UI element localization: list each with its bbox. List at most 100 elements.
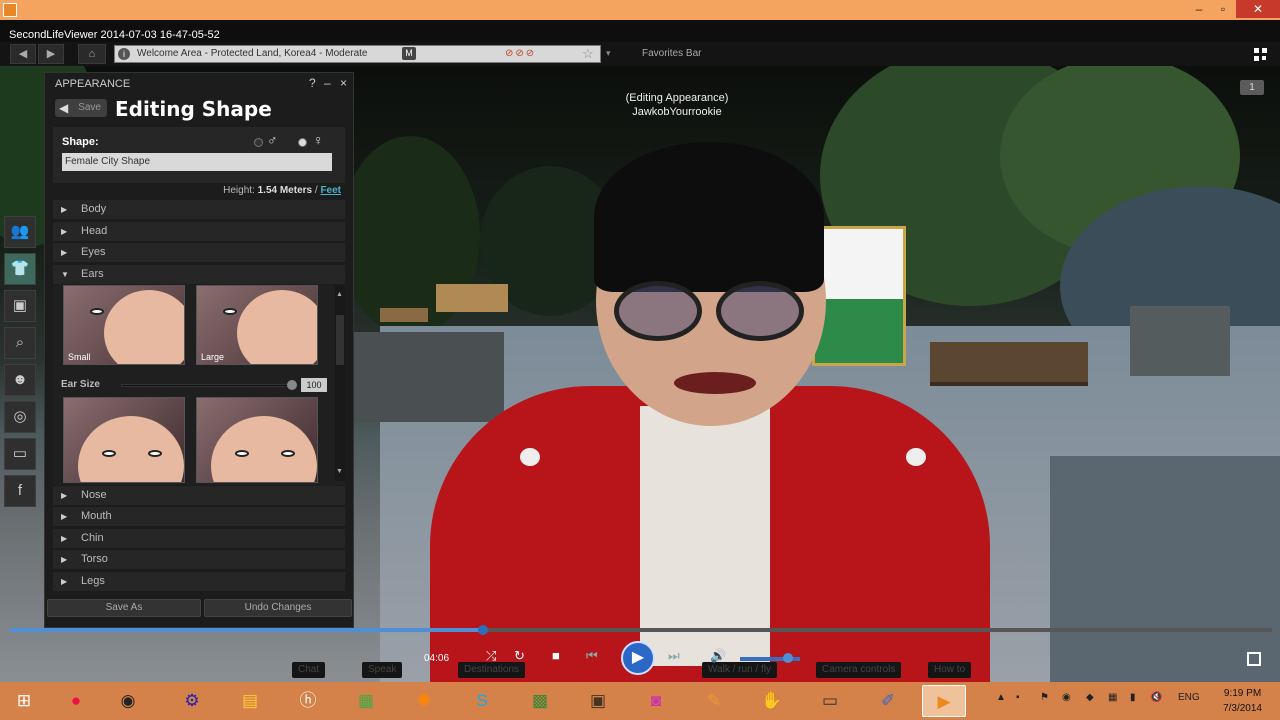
stone-wall bbox=[354, 332, 504, 422]
tray-expand-icon[interactable]: ▲ bbox=[996, 692, 1006, 703]
location-bar[interactable]: i Welcome Area - Protected Land, Korea4 … bbox=[114, 45, 601, 63]
inventory-icon[interactable]: ▣ bbox=[4, 290, 36, 322]
male-icon: ♂ bbox=[267, 132, 278, 148]
scroll-up-icon[interactable]: ▲ bbox=[336, 291, 343, 298]
steam-icon[interactable]: ◉ bbox=[106, 685, 150, 717]
settings-icon[interactable]: ⚙ bbox=[170, 685, 214, 717]
radar-icon[interactable]: ◎ bbox=[4, 401, 36, 433]
avatar-icon[interactable]: ☻ bbox=[4, 364, 36, 396]
video-progress-bar[interactable] bbox=[10, 625, 1272, 635]
feet-link[interactable]: Feet bbox=[320, 185, 341, 196]
ear-large-thumbnail[interactable]: Large bbox=[196, 285, 318, 365]
tools-icon[interactable]: ✎ bbox=[692, 685, 736, 717]
hp-icon[interactable]: ⓗ bbox=[286, 685, 330, 717]
section-torso[interactable]: ▶ Torso bbox=[53, 550, 345, 569]
panel-title: APPEARANCE bbox=[55, 78, 131, 90]
tray-shield-icon[interactable]: ◆ bbox=[1086, 692, 1094, 703]
tray-app-icon[interactable]: ▦ bbox=[1108, 692, 1117, 703]
avast-icon[interactable]: ✺ bbox=[402, 685, 446, 717]
camera-controls-button[interactable]: Camera controls bbox=[816, 662, 902, 678]
tray-volume-icon[interactable]: 🔇 bbox=[1150, 692, 1162, 703]
save-as-button[interactable]: Save As bbox=[47, 599, 201, 617]
maximize-button[interactable]: ▫ bbox=[1212, 0, 1234, 18]
taskbar: ⊞ ● ◉ ⚙ ▤ ⓗ ▦ ✺ S ▩ ▣ ◙ ✎ ✋ ▭ ✐ ▶ ▲ ▪ ⚑ … bbox=[0, 682, 1280, 720]
destinations-button[interactable]: Destinations bbox=[458, 662, 526, 678]
section-nose[interactable]: ▶ Nose bbox=[53, 486, 345, 505]
home-button[interactable]: ⌂ bbox=[78, 44, 106, 64]
ears-scrollbar[interactable]: ▲ ▼ bbox=[335, 285, 345, 481]
skype-icon[interactable]: S bbox=[460, 685, 504, 717]
section-label: Mouth bbox=[81, 510, 112, 522]
panel-close-button[interactable]: × bbox=[340, 76, 347, 90]
female-radio[interactable] bbox=[298, 138, 307, 147]
computer-icon[interactable]: ▭ bbox=[808, 685, 852, 717]
minimize-button[interactable]: – bbox=[1188, 0, 1210, 18]
chat-button[interactable]: Chat bbox=[292, 662, 326, 678]
tray-network-icon[interactable]: ▪ bbox=[1016, 692, 1020, 703]
people-icon[interactable]: 👥 bbox=[4, 216, 36, 248]
how-to-button[interactable]: How to bbox=[928, 662, 972, 678]
section-body[interactable]: ▶ Body bbox=[53, 200, 345, 219]
expand-icon: ▶ bbox=[61, 248, 68, 257]
panel-minimize-button[interactable]: – bbox=[324, 76, 331, 90]
section-eyes[interactable]: ▶ Eyes bbox=[53, 243, 345, 262]
tray-language[interactable]: ENG bbox=[1178, 692, 1200, 703]
walk-run-fly-button[interactable]: Walk / run / fly bbox=[702, 662, 777, 678]
tray-steam-icon[interactable]: ◉ bbox=[1062, 692, 1071, 703]
section-mouth[interactable]: ▶ Mouth bbox=[53, 507, 345, 526]
section-legs[interactable]: ▶ Legs bbox=[53, 572, 345, 591]
next-icon[interactable]: ⏭ bbox=[668, 648, 680, 664]
slider-value[interactable]: 100 bbox=[301, 378, 327, 392]
ear-small-thumbnail[interactable]: Small bbox=[63, 285, 185, 365]
windows-start-icon[interactable]: ⊞ bbox=[2, 685, 46, 717]
ear-size-slider[interactable] bbox=[121, 384, 291, 387]
paint-icon[interactable]: ✐ bbox=[866, 685, 910, 717]
section-head[interactable]: ▶ Head bbox=[53, 222, 345, 241]
repeat-icon[interactable]: ↻ bbox=[514, 648, 525, 664]
game-icon[interactable]: ▦ bbox=[344, 685, 388, 717]
favorite-star-icon[interactable]: ☆ bbox=[582, 46, 594, 62]
stop-icon[interactable]: ■ bbox=[552, 648, 560, 663]
previous-icon[interactable]: ⏮ bbox=[586, 648, 598, 664]
notification-count-badge[interactable]: 1 bbox=[1240, 80, 1264, 95]
volume-icon[interactable]: 🔊 bbox=[710, 648, 726, 664]
section-ears[interactable]: ▼ Ears bbox=[53, 265, 345, 284]
slider-knob[interactable] bbox=[287, 380, 297, 390]
snapshot-icon[interactable]: ▭ bbox=[4, 438, 36, 470]
photo-icon[interactable]: ◙ bbox=[634, 685, 678, 717]
ear-angle-thumbnail-right[interactable] bbox=[196, 397, 318, 483]
firefox-icon[interactable]: ● bbox=[54, 685, 98, 717]
back-button[interactable]: ◀ bbox=[10, 44, 36, 64]
minecraft-server-icon[interactable]: ▣ bbox=[576, 685, 620, 717]
tray-flag-icon[interactable]: ⚑ bbox=[1040, 692, 1049, 703]
help-button[interactable]: ? bbox=[309, 76, 316, 90]
section-chin[interactable]: ▶ Chin bbox=[53, 529, 345, 548]
close-button[interactable]: ✕ bbox=[1236, 0, 1280, 18]
save-back-button[interactable]: ◀ Save bbox=[55, 99, 107, 117]
ear-angle-thumbnail-left[interactable] bbox=[63, 397, 185, 483]
scroll-thumb[interactable] bbox=[336, 315, 344, 365]
shuffle-icon[interactable]: ⤮ bbox=[486, 648, 496, 664]
play-button[interactable]: ▶ bbox=[621, 641, 655, 675]
facebook-icon[interactable]: f bbox=[4, 475, 36, 507]
speak-button[interactable]: Speak bbox=[362, 662, 403, 678]
volume-knob[interactable] bbox=[783, 653, 793, 663]
media-player-icon[interactable]: ▶ bbox=[922, 685, 966, 717]
section-label: Head bbox=[81, 225, 108, 237]
scroll-down-icon[interactable]: ▼ bbox=[336, 468, 343, 475]
undo-changes-button[interactable]: Undo Changes bbox=[204, 599, 352, 617]
shape-name-field[interactable]: Female City Shape bbox=[62, 153, 332, 171]
grid-icon[interactable] bbox=[1254, 48, 1268, 62]
file-explorer-icon[interactable]: ▤ bbox=[228, 685, 272, 717]
system-clock[interactable]: 9:19 PM 7/3/2014 bbox=[1223, 686, 1262, 716]
minecraft-icon[interactable]: ▩ bbox=[518, 685, 562, 717]
second-life-icon[interactable]: ✋ bbox=[750, 685, 794, 717]
clothing-icon[interactable]: 👕 bbox=[4, 253, 36, 285]
favorites-dropdown-icon[interactable]: ▾ bbox=[606, 48, 611, 59]
male-radio[interactable] bbox=[254, 138, 263, 147]
search-icon[interactable]: ⌕ bbox=[4, 327, 36, 359]
tray-battery-icon[interactable]: ▮ bbox=[1130, 692, 1136, 703]
forward-button[interactable]: ▶ bbox=[38, 44, 64, 64]
expand-icon[interactable] bbox=[1247, 652, 1261, 666]
info-icon[interactable]: i bbox=[118, 48, 130, 60]
